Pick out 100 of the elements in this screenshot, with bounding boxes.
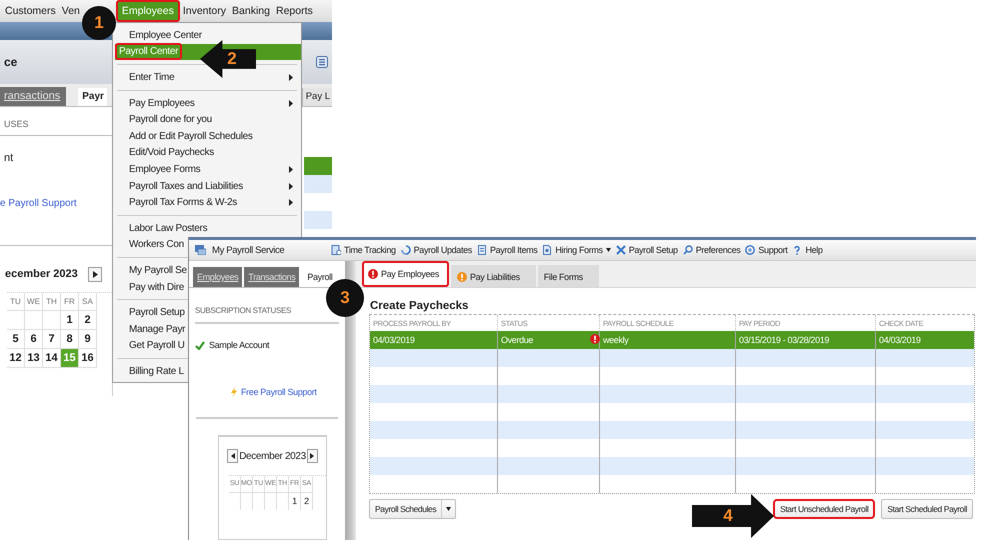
tab[interactable]: File Forms	[538, 265, 599, 287]
menu-item[interactable]: Payroll Taxes and Liabilities	[127, 178, 301, 194]
calendar-month: December 2023	[239, 450, 306, 462]
window-title: My Payroll Service	[212, 244, 284, 256]
empty-day-cell	[25, 311, 43, 330]
menu-item[interactable]: My Payroll Se	[127, 262, 189, 279]
calendar-day[interactable]: 1	[289, 493, 301, 510]
toolbar-button[interactable]: Help	[792, 245, 823, 256]
tab[interactable]: Payr	[78, 88, 107, 106]
submenu-arrow-icon	[289, 199, 293, 206]
document-icon	[476, 245, 487, 256]
menu-bar-item[interactable]: Ven	[58, 0, 83, 22]
menu-item[interactable]: Add or Edit Payroll Schedules	[127, 128, 255, 145]
account-name: Sample Account	[209, 340, 270, 350]
menu-item[interactable]: Workers Con	[127, 236, 186, 254]
tab[interactable]: Pay Liabilities	[450, 265, 536, 287]
lightning-icon	[231, 387, 237, 397]
table-cell-text: 04/03/2019	[372, 334, 416, 347]
weekday-label: TU	[7, 293, 25, 311]
crossed-tools-icon	[616, 245, 626, 256]
toolbar-button[interactable]: Support	[745, 245, 788, 256]
check-icon	[195, 340, 205, 350]
support-link[interactable]: e Payroll Support	[0, 164, 112, 209]
account-name: nt	[3, 151, 14, 164]
tab[interactable]: ransactions	[0, 87, 66, 106]
button[interactable]: Start Scheduled Payroll	[881, 499, 973, 519]
tab[interactable]: Transactions	[244, 267, 300, 287]
submenu-arrow-icon	[289, 100, 293, 107]
caret-icon	[606, 248, 611, 252]
dropdown-button[interactable]: Payroll Schedules	[369, 499, 456, 519]
caret-icon	[446, 507, 452, 511]
calendar-month: ecember 2023	[5, 268, 78, 280]
menu-item[interactable]: Billing Rate L	[127, 363, 186, 380]
menu-item[interactable]: Payroll Tax Forms & W-2s	[127, 194, 301, 211]
menu-item[interactable]: Payroll done for you	[127, 111, 214, 128]
calendar-day[interactable]: 6	[25, 330, 43, 349]
lifebuoy-icon	[745, 245, 756, 256]
calendar-day[interactable]: 1	[61, 311, 79, 330]
toolbar-button[interactable]: Payroll Items	[476, 245, 538, 256]
toolbar-button[interactable]: Hiring Forms	[542, 245, 611, 256]
window-title: ce	[4, 55, 18, 69]
calendar-day[interactable]: 12	[7, 349, 25, 368]
toolbar-button[interactable]: Payroll Updates	[400, 245, 472, 256]
weekday-label: SA	[79, 293, 97, 311]
menu-bar-item[interactable]: Customers	[2, 0, 59, 22]
tab[interactable]: Pay L	[302, 88, 332, 106]
table-row	[304, 211, 332, 229]
menu-item[interactable]: Get Payroll U	[127, 338, 187, 354]
menu-bar-item[interactable]: Banking	[229, 0, 273, 22]
calendar-day[interactable]: 16	[79, 349, 97, 368]
table-row	[304, 157, 332, 175]
calendar-day[interactable]: 9	[79, 330, 97, 349]
menu-bar-item[interactable]: Employees	[116, 0, 180, 22]
weekday-label: FR	[61, 293, 79, 311]
refresh-icon	[400, 245, 411, 256]
left-arrow-icon	[230, 453, 234, 459]
menu-item[interactable]: Employee Forms	[127, 161, 301, 178]
submenu-arrow-icon	[289, 182, 293, 190]
submenu-arrow-icon	[289, 166, 293, 173]
menu-item[interactable]: Manage Payr	[127, 320, 188, 338]
section-title: Create Paychecks	[369, 299, 470, 314]
weekday-label: WE	[25, 293, 43, 311]
menu-item[interactable]: Payroll Setup	[127, 304, 187, 321]
right-arrow-icon	[92, 270, 98, 278]
toolbar-button[interactable]: Time Tracking	[331, 245, 396, 256]
right-arrow-icon	[310, 453, 314, 459]
next-month-button[interactable]	[88, 266, 102, 282]
toolbar-button[interactable]: Preferences	[682, 245, 740, 256]
calendar-day[interactable]: 7	[43, 330, 61, 349]
submenu-arrow-icon	[289, 74, 293, 81]
window-icon	[195, 245, 206, 256]
calendar-day[interactable]: 5	[7, 330, 25, 349]
menu-item[interactable]: Edit/Void Paychecks	[127, 144, 216, 162]
support-link[interactable]: Free Payroll Support	[241, 387, 317, 397]
button[interactable]: Start Unscheduled Payroll	[773, 499, 876, 519]
table-row[interactable]: 04/03/2019 Overdue weekly 03/15/2019 - 03/28/2019 04/03/2019	[370, 331, 974, 349]
menu-item[interactable]: Labor Law Posters	[127, 220, 210, 237]
empty-day-cell	[43, 311, 61, 330]
menu-bar-item[interactable]: Reports	[272, 0, 316, 22]
list-icon	[316, 56, 328, 68]
alert-icon	[590, 334, 600, 344]
table-row	[304, 175, 332, 193]
calendar-day[interactable]: 2	[79, 311, 97, 330]
calendar-day[interactable]: 13	[25, 349, 43, 368]
tab[interactable]: Pay Employees	[362, 261, 449, 287]
previous-month-button[interactable]	[227, 449, 238, 463]
clock-document-icon	[331, 245, 341, 256]
menu-bar-item[interactable]: Inventory	[180, 0, 230, 22]
document-icon	[542, 245, 552, 256]
menu-item[interactable]: Pay with Dire	[127, 278, 186, 296]
next-month-button[interactable]	[306, 449, 318, 463]
empty-day-cell	[7, 311, 25, 330]
tab[interactable]: Employees	[193, 267, 242, 287]
weekday-label: TH	[43, 293, 61, 311]
toolbar-button[interactable]: Payroll Setup	[616, 245, 678, 256]
menu-item[interactable]: Pay Employees	[127, 94, 301, 112]
highlight-frame: Payroll Center	[115, 43, 182, 60]
help-icon	[792, 245, 802, 256]
calendar-day[interactable]: 2	[301, 493, 313, 510]
magnifier-icon	[682, 245, 693, 256]
